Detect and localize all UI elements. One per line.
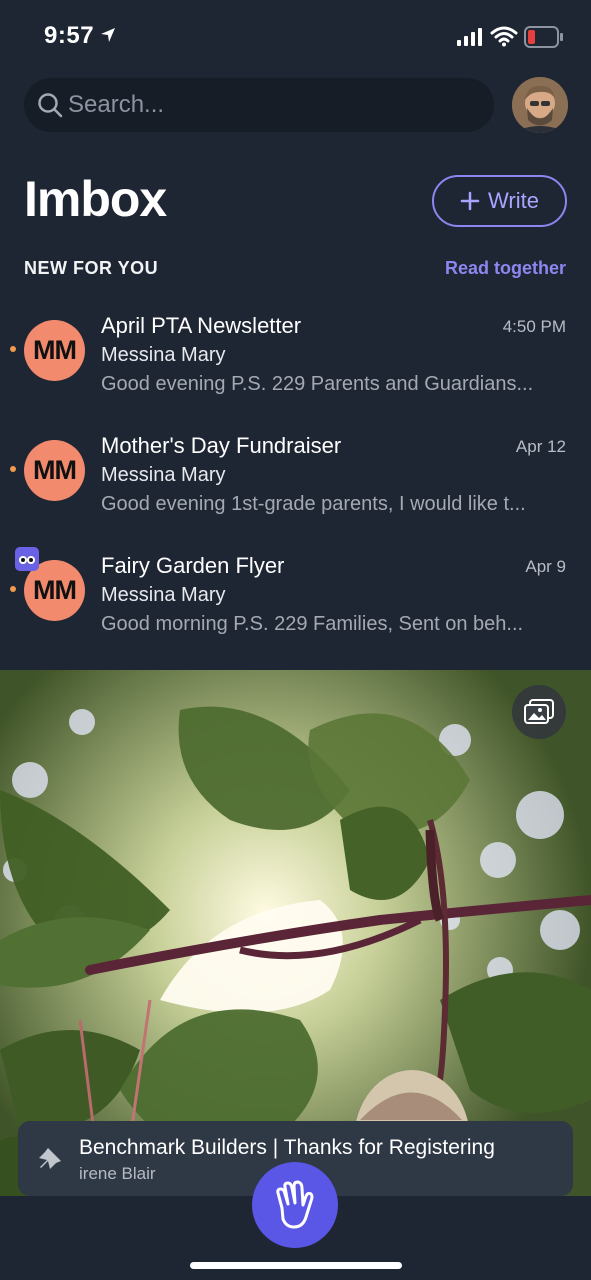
battery-low-icon bbox=[524, 26, 563, 48]
sender-avatar: MM bbox=[24, 320, 85, 381]
email-time: 4:50 PM bbox=[502, 317, 566, 336]
binoculars-icon bbox=[15, 547, 39, 571]
email-preview: Good evening 1st-grade parents, I would … bbox=[101, 493, 526, 515]
email-subject: Fairy Garden Flyer bbox=[101, 553, 285, 578]
email-row[interactable]: MM April PTA Newsletter 4:50 PM Messina … bbox=[0, 310, 591, 420]
photo-gallery-icon bbox=[524, 699, 554, 724]
unread-dot bbox=[10, 586, 16, 592]
home-indicator[interactable] bbox=[190, 1262, 402, 1269]
signal-icon bbox=[457, 28, 482, 46]
hand-wave-icon bbox=[276, 1180, 314, 1229]
hand-wave-button[interactable] bbox=[252, 1162, 338, 1248]
write-label: Write bbox=[488, 188, 539, 213]
email-sender: Messina Mary bbox=[101, 344, 226, 366]
plus-icon bbox=[460, 191, 480, 211]
write-button[interactable]: Write bbox=[432, 175, 567, 227]
email-time: Apr 12 bbox=[515, 437, 566, 456]
sender-avatar: MM bbox=[24, 440, 85, 501]
search-bar[interactable] bbox=[24, 78, 494, 132]
status-bar: 9:57 bbox=[0, 0, 591, 70]
location-arrow-icon bbox=[101, 28, 115, 42]
section-label: NEW FOR YOU bbox=[24, 258, 159, 278]
email-preview: Good evening P.S. 229 Parents and Guardi… bbox=[101, 373, 534, 395]
read-together-link[interactable]: Read together bbox=[445, 258, 566, 279]
search-icon bbox=[38, 93, 63, 118]
user-avatar[interactable] bbox=[512, 77, 568, 133]
email-row[interactable]: MM Fairy Garden Flyer Apr 9 Messina Mary… bbox=[0, 547, 591, 660]
unread-dot bbox=[10, 466, 16, 472]
unread-dot bbox=[10, 346, 16, 352]
page-title: Imbox bbox=[24, 171, 167, 227]
email-subject: Mother's Day Fundraiser bbox=[101, 433, 342, 458]
photo-gallery-button[interactable] bbox=[512, 685, 566, 739]
search-input[interactable] bbox=[68, 78, 478, 132]
email-time: Apr 9 bbox=[525, 557, 566, 576]
pin-icon bbox=[39, 1148, 61, 1169]
email-preview: Good morning P.S. 229 Families, Sent on … bbox=[101, 613, 524, 635]
email-subject: April PTA Newsletter bbox=[101, 313, 302, 338]
email-sender: Messina Mary bbox=[101, 584, 226, 606]
email-sender: Messina Mary bbox=[101, 464, 226, 486]
pinned-title: Benchmark Builders | Thanks for Register… bbox=[79, 1136, 495, 1159]
email-row[interactable]: MM Mother's Day Fundraiser Apr 12 Messin… bbox=[0, 430, 591, 540]
status-time: 9:57 bbox=[44, 22, 95, 49]
wifi-icon bbox=[490, 26, 518, 47]
pinned-sender: irene Blair bbox=[79, 1164, 156, 1183]
avatar-photo bbox=[512, 77, 568, 133]
